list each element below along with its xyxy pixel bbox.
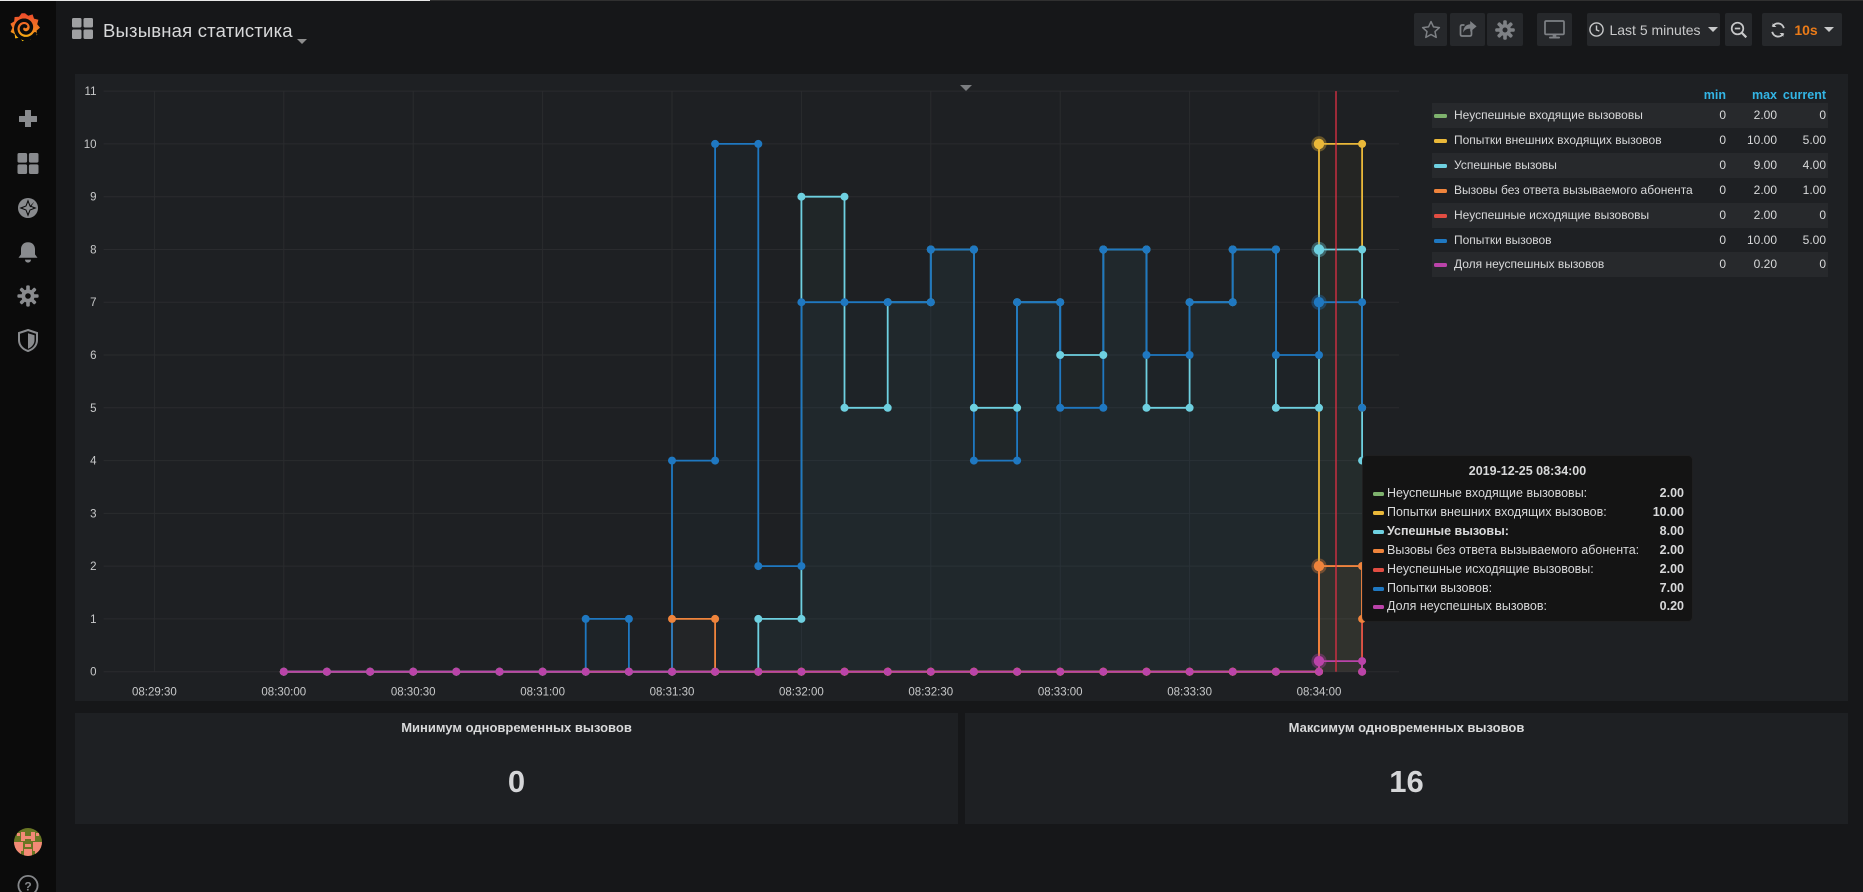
svg-text:08:33:00: 08:33:00 — [1038, 687, 1083, 699]
svg-text:08:34:00: 08:34:00 — [1297, 687, 1342, 699]
svg-text:08:33:30: 08:33:30 — [1167, 687, 1212, 699]
svg-text:11: 11 — [85, 86, 97, 98]
svg-text:6: 6 — [90, 350, 96, 362]
svg-text:08:32:30: 08:32:30 — [908, 687, 953, 699]
svg-text:?: ? — [24, 880, 31, 892]
svg-text:08:31:00: 08:31:00 — [520, 687, 565, 699]
svg-text:10: 10 — [84, 139, 97, 151]
svg-text:2: 2 — [90, 561, 96, 573]
svg-text:3: 3 — [90, 508, 96, 520]
svg-text:8: 8 — [90, 245, 96, 257]
svg-text:08:30:00: 08:30:00 — [261, 687, 306, 699]
svg-text:08:30:30: 08:30:30 — [391, 687, 436, 699]
svg-text:1: 1 — [90, 614, 96, 626]
svg-text:7: 7 — [90, 297, 96, 309]
svg-text:9: 9 — [90, 192, 96, 204]
svg-text:08:32:00: 08:32:00 — [779, 687, 824, 699]
svg-text:08:29:30: 08:29:30 — [132, 687, 177, 699]
svg-text:5: 5 — [90, 403, 96, 415]
svg-text:08:31:30: 08:31:30 — [650, 687, 695, 699]
svg-text:4: 4 — [90, 456, 97, 468]
svg-text:0: 0 — [90, 667, 96, 679]
